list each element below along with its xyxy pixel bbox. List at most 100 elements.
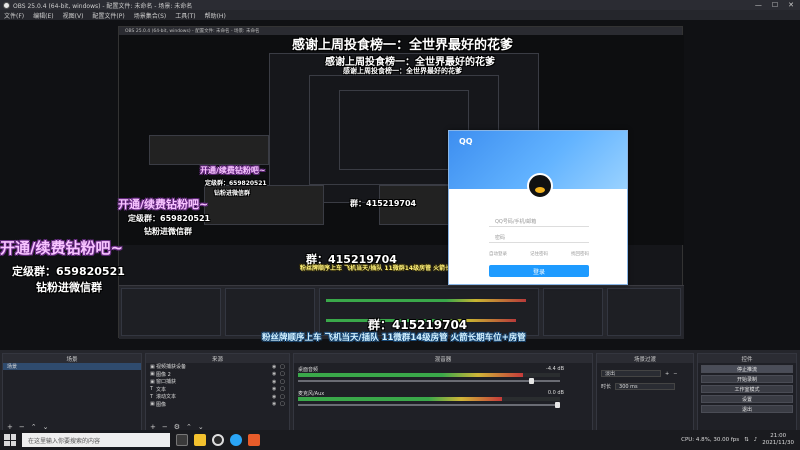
preview-canvas[interactable]: OBS 25.0.4 (64-bit, windows) - 配置文件: 未命名… bbox=[0, 20, 800, 350]
volume-slider-handle[interactable] bbox=[528, 378, 534, 384]
audio-mixer-dock: 混音器 桌面音频 -4.4 dB 麦克风/Aux 0.0 dB bbox=[293, 353, 593, 433]
obs-app-icon bbox=[3, 1, 10, 9]
channel-name: 桌面音频 bbox=[298, 367, 319, 373]
source-label: 文本 bbox=[156, 386, 167, 393]
source-label: 滚动文本 bbox=[156, 394, 177, 401]
channel-name: 麦克风/Aux bbox=[298, 391, 325, 397]
taskbar-search-input[interactable]: 在这里输入你要搜索的内容 bbox=[22, 433, 170, 447]
mixer-channels: 桌面音频 -4.4 dB 麦克风/Aux 0.0 dB bbox=[294, 363, 592, 421]
sources-dock-title: 来源 bbox=[146, 354, 289, 363]
nested-dock-1 bbox=[149, 135, 269, 165]
obs-taskbar-icon[interactable] bbox=[212, 434, 224, 446]
network-icon[interactable]: ⇅ bbox=[744, 437, 749, 443]
maximize-button[interactable]: ☐ bbox=[772, 1, 778, 9]
studio-mode-button[interactable]: 工作室模式 bbox=[701, 385, 793, 393]
source-item[interactable]: ▣ 窗口捕获 ◉ ▢ bbox=[146, 378, 289, 386]
thanks-overlay-small: 感谢上周投食榜一：全世界最好的花爹 bbox=[343, 67, 462, 75]
eye-icon[interactable]: ◉ bbox=[272, 386, 278, 392]
qq-group-overlay-small: 群：415219704 bbox=[350, 199, 417, 208]
volume-icon[interactable]: ♪ bbox=[754, 437, 758, 443]
file-explorer-icon[interactable] bbox=[194, 434, 206, 446]
qq-find-password-link[interactable]: 找回密码 bbox=[571, 251, 589, 257]
menu-tools[interactable]: 工具(T) bbox=[175, 11, 195, 20]
qq-password-field[interactable]: 密码 bbox=[489, 233, 589, 243]
captured-controls-dock bbox=[607, 288, 681, 336]
eye-icon[interactable]: ◉ bbox=[272, 379, 278, 385]
menu-profile[interactable]: 配置文件(P) bbox=[92, 11, 124, 20]
clock-date: 2021/11/30 bbox=[762, 440, 794, 446]
eye-icon[interactable]: ◉ bbox=[272, 394, 278, 400]
lock-icon[interactable]: ▢ bbox=[280, 394, 286, 400]
menu-scene-collection[interactable]: 场景集合(S) bbox=[134, 11, 167, 20]
transition-select[interactable]: 淡出 bbox=[601, 370, 661, 377]
start-recording-button[interactable]: 开始录制 bbox=[701, 375, 793, 383]
qq-brand: QQ bbox=[459, 137, 473, 146]
qq-account-field[interactable]: QQ号码/手机/邮箱 bbox=[489, 217, 589, 227]
volume-meter bbox=[298, 397, 560, 401]
duration-label: 时长 bbox=[601, 384, 612, 390]
source-label: 窗口捕获 bbox=[156, 379, 177, 386]
source-label: 图像 bbox=[156, 401, 167, 408]
eye-icon[interactable]: ◉ bbox=[272, 364, 278, 370]
window-controls: — ☐ ✕ bbox=[755, 1, 800, 9]
qq-options: 自动登录 记住密码 找回密码 bbox=[489, 251, 589, 257]
open-renew-overlay-large: 开通/续费钻粉吧~ bbox=[0, 239, 124, 257]
volume-meter bbox=[298, 373, 560, 377]
taskbar-clock[interactable]: 21:00 2021/11/30 bbox=[762, 433, 794, 447]
exit-button[interactable]: 退出 bbox=[701, 405, 793, 413]
transitions-dock: 场景过渡 淡出 + − 时长 300 ms bbox=[596, 353, 694, 433]
fan-rules-overlay-medium: 粉丝牌顺序上车 飞机当天/插队 11微群14级房管 火箭长期车位+房管 bbox=[262, 333, 526, 343]
captured-meter-1 bbox=[326, 299, 526, 302]
controls-dock: 控件 停止推流 开始录制 工作室模式 设置 退出 bbox=[697, 353, 797, 433]
lock-icon[interactable]: ▢ bbox=[280, 386, 286, 392]
mixer-channel-mic: 麦克风/Aux 0.0 dB bbox=[294, 390, 592, 408]
source-item[interactable]: ▣ 视频捕获设备 ◉ ▢ bbox=[146, 363, 289, 371]
scenes-dock-title: 场景 bbox=[3, 354, 141, 363]
task-view-icon[interactable] bbox=[176, 434, 188, 446]
channel-db: 0.0 dB bbox=[547, 390, 564, 396]
qq-taskbar-icon[interactable] bbox=[230, 434, 242, 446]
controls-buttons: 停止推流 开始录制 工作室模式 设置 退出 bbox=[698, 363, 796, 421]
close-button[interactable]: ✕ bbox=[788, 1, 794, 9]
controls-dock-title: 控件 bbox=[698, 354, 796, 363]
eye-icon[interactable]: ◉ bbox=[272, 401, 278, 407]
qq-remember-checkbox[interactable]: 记住密码 bbox=[530, 251, 548, 257]
obs-docks: 场景 场景 + − ⌃ ⌄ 来源 ▣ 视频捕获设备 ◉ ▢ ▣ 图像 2 ◉ ▢ ▣ 窗口捕获… bbox=[0, 350, 800, 436]
menu-file[interactable]: 文件(F) bbox=[4, 11, 24, 20]
meter-fill bbox=[298, 373, 524, 377]
app-taskbar-icon[interactable] bbox=[248, 434, 260, 446]
qq-login-button[interactable]: 登录 bbox=[489, 265, 589, 277]
eye-icon[interactable]: ◉ bbox=[272, 371, 278, 377]
menu-edit[interactable]: 编辑(E) bbox=[33, 11, 53, 20]
sources-list: ▣ 视频捕获设备 ◉ ▢ ▣ 图像 2 ◉ ▢ ▣ 窗口捕获 ◉ ▢ T 文本 ◉ ▢ T 滚动文本 ◉ ▢ … bbox=[146, 363, 289, 421]
windows-start-icon[interactable] bbox=[4, 434, 16, 446]
lock-icon[interactable]: ▢ bbox=[280, 364, 286, 370]
duration-input[interactable]: 300 ms bbox=[615, 383, 676, 390]
lock-icon[interactable]: ▢ bbox=[280, 379, 286, 385]
remove-transition-icon[interactable]: − bbox=[673, 371, 677, 377]
volume-slider-handle[interactable] bbox=[555, 402, 560, 408]
source-item[interactable]: ▣ 图像 ◉ ▢ bbox=[146, 401, 289, 409]
menu-help[interactable]: 帮助(H) bbox=[205, 11, 226, 20]
source-item[interactable]: T 滚动文本 ◉ ▢ bbox=[146, 393, 289, 401]
scene-item[interactable]: 场景 bbox=[3, 363, 141, 370]
captured-transitions-dock bbox=[543, 288, 603, 336]
lock-icon[interactable]: ▢ bbox=[280, 371, 286, 377]
lock-icon[interactable]: ▢ bbox=[280, 401, 286, 407]
add-transition-icon[interactable]: + bbox=[665, 371, 669, 377]
scenes-dock: 场景 场景 + − ⌃ ⌄ bbox=[2, 353, 142, 433]
qq-auto-login-checkbox[interactable]: 自动登录 bbox=[489, 251, 507, 257]
transitions-dock-title: 场景过渡 bbox=[597, 354, 693, 363]
volume-slider[interactable] bbox=[298, 402, 560, 408]
transitions-body: 淡出 + − 时长 300 ms bbox=[597, 363, 693, 421]
volume-slider[interactable] bbox=[298, 378, 560, 384]
source-item[interactable]: T 文本 ◉ ▢ bbox=[146, 386, 289, 394]
clock-time: 21:00 bbox=[770, 433, 787, 439]
qq-login-window[interactable]: QQ QQ号码/手机/邮箱 密码 自动登录 记住密码 找回密码 登录 bbox=[448, 130, 628, 285]
minimize-button[interactable]: — bbox=[755, 1, 762, 9]
menu-view[interactable]: 视图(V) bbox=[63, 11, 84, 20]
stop-streaming-button[interactable]: 停止推流 bbox=[701, 365, 793, 373]
settings-button[interactable]: 设置 bbox=[701, 395, 793, 403]
sources-dock: 来源 ▣ 视频捕获设备 ◉ ▢ ▣ 图像 2 ◉ ▢ ▣ 窗口捕获 ◉ ▢ T 文本 ◉ ▢ T 滚动文本… bbox=[145, 353, 290, 433]
source-item[interactable]: ▣ 图像 2 ◉ ▢ bbox=[146, 371, 289, 379]
